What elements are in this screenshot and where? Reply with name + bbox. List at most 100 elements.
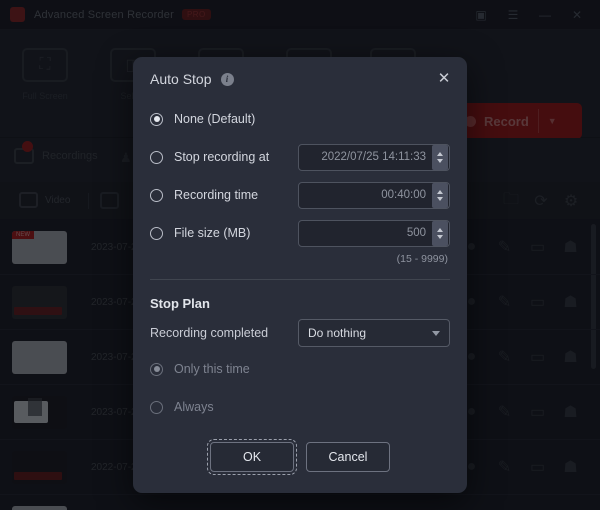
filter-video-label: Video: [45, 194, 71, 206]
refresh-icon[interactable]: ⟳: [532, 192, 550, 210]
option-file-size[interactable]: File size (MB) 500: [150, 215, 450, 251]
open-folder-icon[interactable]: 🗀: [502, 191, 520, 210]
thumbnail: [12, 450, 67, 484]
close-icon[interactable]: ✕: [433, 67, 455, 89]
option-label: Recording time: [174, 188, 259, 202]
radio-always[interactable]: [150, 400, 163, 414]
dialog-title: Auto Stop: [150, 71, 212, 87]
folder-icon[interactable]: ▭: [530, 404, 545, 421]
share-icon[interactable]: ⚙: [562, 192, 580, 210]
folder-icon[interactable]: ▭: [530, 239, 545, 256]
ok-button[interactable]: OK: [207, 439, 297, 475]
tab-recordings-label: Recordings: [42, 150, 98, 162]
filter-video[interactable]: Video: [12, 190, 77, 210]
radio-stop-recording-at[interactable]: [150, 150, 163, 164]
folder-icon[interactable]: ▭: [530, 294, 545, 311]
app-root: Advanced Screen Recorder PRO ▣ ☰ — ✕ ⛶ F…: [0, 0, 600, 510]
duration-value: 00:40:00: [381, 189, 426, 201]
pro-badge: PRO: [181, 9, 211, 20]
dialog-footer: OK Cancel: [133, 421, 467, 493]
menu-icon[interactable]: ☰: [500, 3, 526, 27]
datetime-stepper[interactable]: [432, 144, 448, 170]
dialog-body: None (Default) Stop recording at 2022/07…: [133, 101, 467, 425]
notification-badge: [22, 141, 33, 152]
subbar-divider: [88, 193, 89, 209]
chevron-up-icon[interactable]: [437, 151, 443, 156]
thumbnail-accent: [14, 306, 62, 315]
radio-recording-time[interactable]: [150, 188, 163, 202]
account-icon[interactable]: ▣: [468, 3, 494, 27]
stop-plan-title: Stop Plan: [150, 296, 210, 311]
duration-stepper[interactable]: [432, 182, 448, 208]
row-actions: ● ✎ ▭ ☗: [464, 348, 600, 366]
option-stop-recording-at[interactable]: Stop recording at 2022/07/25 14:11:33: [150, 139, 450, 175]
option-label: Always: [174, 400, 214, 414]
option-label: File size (MB): [174, 226, 251, 240]
duration-field[interactable]: 00:40:00: [298, 181, 450, 209]
option-label: Only this time: [174, 362, 250, 376]
edit-icon[interactable]: ✎: [497, 349, 512, 366]
filesize-range-hint: (15 - 9999): [396, 253, 448, 265]
recording-completed-label: Recording completed: [150, 326, 269, 340]
delete-icon[interactable]: ☗: [563, 349, 578, 366]
folder-icon[interactable]: ▭: [530, 459, 545, 476]
delete-icon[interactable]: ☗: [563, 404, 578, 421]
edit-icon[interactable]: ✎: [497, 239, 512, 256]
chevron-down-icon[interactable]: ▼: [548, 116, 557, 126]
screenshot-icon[interactable]: [100, 192, 119, 209]
thumbnail: NEW: [12, 230, 67, 264]
minimize-icon[interactable]: —: [532, 3, 558, 27]
row-actions: ● ✎ ▭ ☗: [464, 293, 600, 311]
edit-icon[interactable]: ✎: [497, 459, 512, 476]
thumbnail: [12, 340, 67, 374]
title-bar: Advanced Screen Recorder PRO ▣ ☰ — ✕: [0, 0, 600, 30]
datetime-field[interactable]: 2022/07/25 14:11:33: [298, 143, 450, 171]
chevron-down-icon[interactable]: [437, 196, 443, 201]
edit-icon[interactable]: ✎: [497, 294, 512, 311]
close-icon[interactable]: ✕: [564, 3, 590, 27]
app-logo-icon: [10, 7, 25, 22]
chevron-down-icon[interactable]: [437, 234, 443, 239]
option-only-this-time[interactable]: Only this time: [150, 351, 450, 387]
thumbnail-accent: [14, 471, 62, 480]
video-icon: [19, 192, 38, 208]
toolbar-label: Full Screen: [22, 91, 68, 101]
record-button[interactable]: Record ▼: [452, 103, 582, 139]
radio-file-size[interactable]: [150, 226, 163, 240]
new-tag: NEW: [12, 230, 34, 239]
radio-none[interactable]: [150, 112, 163, 126]
select-value: Do nothing: [308, 326, 367, 340]
chevron-down-icon[interactable]: [437, 158, 443, 163]
delete-icon[interactable]: ☗: [563, 294, 578, 311]
record-divider: [537, 109, 539, 133]
folder-icon[interactable]: ▭: [530, 349, 545, 366]
row-actions: ● ✎ ▭ ☗: [464, 403, 600, 421]
chevron-up-icon[interactable]: [437, 189, 443, 194]
delete-icon[interactable]: ☗: [563, 239, 578, 256]
filesize-stepper[interactable]: [432, 220, 448, 246]
recording-completed-row: Recording completed Do nothing: [150, 315, 450, 351]
cancel-button[interactable]: Cancel: [306, 442, 390, 472]
recording-completed-select[interactable]: Do nothing: [298, 319, 450, 347]
delete-icon[interactable]: ☗: [563, 459, 578, 476]
thumbnail-accent: [28, 397, 42, 416]
datetime-value: 2022/07/25 14:11:33: [321, 151, 426, 163]
window-title: Advanced Screen Recorder: [34, 8, 174, 21]
filesize-field[interactable]: 500: [298, 219, 450, 247]
edit-icon[interactable]: ✎: [497, 404, 512, 421]
option-label: Stop recording at: [174, 150, 270, 164]
chevron-up-icon[interactable]: [437, 227, 443, 232]
record-button-label: Record: [484, 113, 529, 129]
option-always[interactable]: Always: [150, 389, 450, 425]
person-icon[interactable]: ♟: [120, 150, 134, 167]
option-recording-time[interactable]: Recording time 00:40:00: [150, 177, 450, 213]
info-icon[interactable]: i: [220, 72, 234, 86]
thumbnail: [12, 395, 67, 429]
radio-only-this-time[interactable]: [150, 362, 163, 376]
thumbnail: [12, 285, 67, 319]
table-row[interactable]: 2022-07-20 08:55:02 ● ✎ ▭ ☗: [0, 495, 600, 510]
option-label: None (Default): [174, 112, 256, 126]
option-none[interactable]: None (Default): [150, 101, 450, 137]
auto-stop-dialog: Auto Stop i ✕ None (Default) Stop record…: [133, 57, 467, 493]
toolbar-item-full-screen[interactable]: ⛶ Full Screen: [4, 48, 86, 101]
